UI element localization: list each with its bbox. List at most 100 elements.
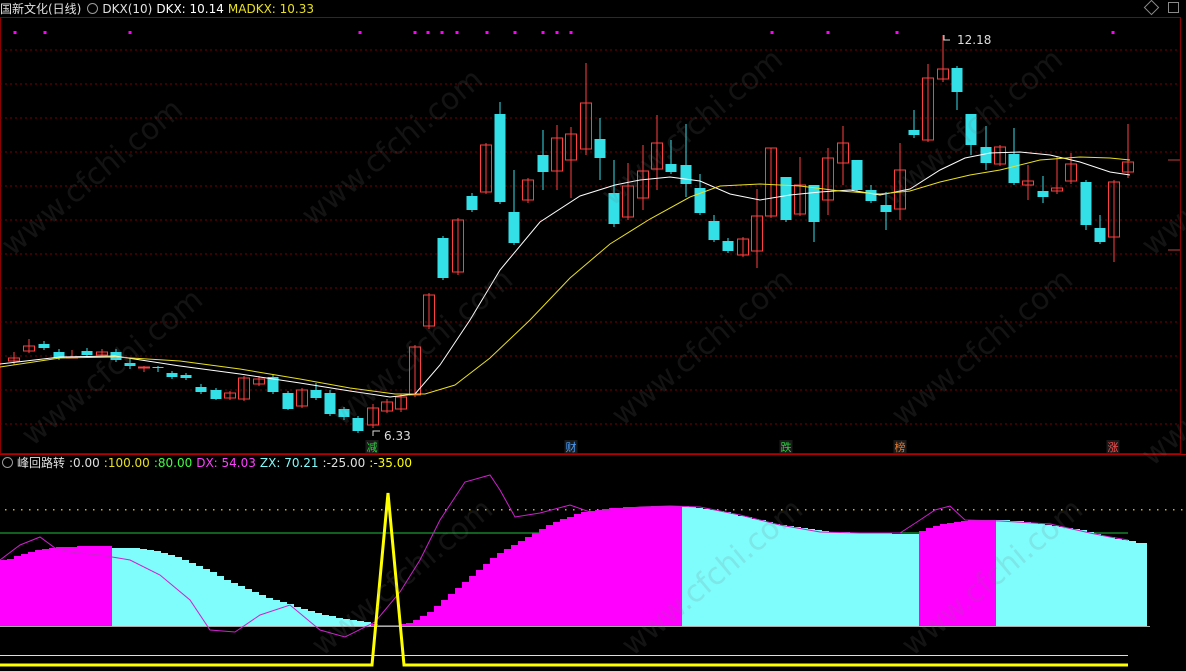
cyan-bar xyxy=(329,616,336,626)
level-100-dot xyxy=(989,509,991,511)
candle-down xyxy=(508,212,520,243)
level-100-dot xyxy=(981,509,983,511)
magenta-bar xyxy=(84,546,91,626)
magenta-bar xyxy=(975,520,982,626)
cyan-bar xyxy=(154,551,161,626)
magenta-bar xyxy=(644,507,651,626)
cyan-bar xyxy=(724,512,731,626)
cyan-bar xyxy=(315,613,322,626)
candle-down xyxy=(38,344,50,348)
level-100-dot xyxy=(325,509,327,511)
level-100-dot xyxy=(1005,509,1007,511)
level-100-dot xyxy=(21,509,23,511)
level-100-dot xyxy=(269,509,271,511)
value-zx: ZX: 70.21 xyxy=(259,456,319,470)
magenta-bar xyxy=(497,553,504,626)
magenta-bar xyxy=(490,558,497,626)
magenta-bar xyxy=(525,537,532,626)
level-100-dot xyxy=(557,509,559,511)
signal-dot xyxy=(826,31,830,34)
cyan-bar xyxy=(1031,523,1038,626)
cyan-bar xyxy=(224,580,231,626)
signal-dot xyxy=(770,31,774,34)
cyan-bar xyxy=(1115,539,1122,626)
cyan-bar xyxy=(280,602,287,626)
cyan-bar xyxy=(1136,543,1147,626)
level-100-dot xyxy=(925,509,927,511)
level-100-dot xyxy=(1157,509,1159,511)
candle-down xyxy=(1080,182,1092,225)
cyan-bar xyxy=(843,532,850,626)
chart-canvas[interactable]: 12.18 6.33 减 财 跌 榜 涨 xyxy=(0,0,1186,671)
level-100-dot xyxy=(877,509,879,511)
level-100-dot xyxy=(1173,509,1175,511)
settings-circle-icon[interactable] xyxy=(2,457,13,468)
candle-down xyxy=(1008,154,1020,183)
level-100-dot xyxy=(997,509,999,511)
level-100-dot xyxy=(397,509,399,511)
magenta-bar xyxy=(476,570,483,626)
candle-down xyxy=(880,205,892,212)
cyan-bar xyxy=(350,620,357,626)
level-100-dot xyxy=(957,509,959,511)
candle-down xyxy=(665,164,677,172)
level-100-dot xyxy=(573,509,575,511)
magenta-bar xyxy=(511,545,518,626)
square-control-icon[interactable] xyxy=(1168,2,1179,13)
level-100-dot xyxy=(589,509,591,511)
cyan-bar xyxy=(336,618,343,626)
indicator-header: 峰回路转:0.00:100.00:80.00 DX: 54.03 ZX: 70.21… xyxy=(0,454,416,472)
level-100-dot xyxy=(469,509,471,511)
cyan-bar xyxy=(996,520,1003,626)
candle-down xyxy=(195,387,207,392)
magenta-bar xyxy=(926,528,933,626)
level-100-dot xyxy=(765,509,767,511)
cyan-bar xyxy=(857,533,864,626)
signal-dot xyxy=(13,31,17,34)
magenta-bar xyxy=(616,508,623,626)
level-100-dot xyxy=(893,509,895,511)
magenta-bar xyxy=(14,556,21,626)
main-chart-header: 国新文化(日线) DKX(10) DKX: 10.14 MADKX: 10.33 xyxy=(0,0,318,18)
signal-dot xyxy=(895,31,899,34)
cyan-bar xyxy=(210,572,217,626)
signal-dot xyxy=(569,31,573,34)
magenta-bar xyxy=(413,620,420,626)
cyan-bar xyxy=(703,509,710,626)
level-100-dot xyxy=(821,509,823,511)
level-100-dot xyxy=(749,509,751,511)
value-neg35: :-35.00 xyxy=(369,456,413,470)
candle-down xyxy=(437,238,449,278)
magenta-bar xyxy=(105,546,112,626)
level-100-dot xyxy=(189,509,191,511)
magenta-bar xyxy=(35,550,42,626)
madkx-line xyxy=(0,156,1131,395)
cyan-bar xyxy=(850,533,857,626)
magenta-bar xyxy=(532,533,539,626)
value-zero: :0.00 xyxy=(69,456,100,470)
magenta-bar xyxy=(553,522,560,626)
level-100-dot xyxy=(781,509,783,511)
magenta-bar xyxy=(581,512,588,626)
cyan-bar xyxy=(864,533,871,626)
cyan-bar xyxy=(1101,536,1108,626)
level-100-dot xyxy=(29,509,31,511)
candle-down xyxy=(81,351,93,355)
level-100-dot xyxy=(1029,509,1031,511)
cyan-bar xyxy=(238,586,245,626)
candle-down xyxy=(780,177,792,220)
cyan-bar xyxy=(1073,529,1080,626)
cyan-bar xyxy=(871,533,878,626)
settings-circle-icon[interactable] xyxy=(87,3,99,14)
magenta-bar xyxy=(630,507,637,626)
magenta-bar xyxy=(567,517,574,626)
level-100-dot xyxy=(421,509,423,511)
event-marker-label: 减 xyxy=(367,441,378,454)
magenta-bar xyxy=(595,510,602,626)
magenta-bar xyxy=(940,524,947,626)
level-100-dot xyxy=(413,509,415,511)
main-panel-border xyxy=(0,17,1181,454)
magenta-bar xyxy=(982,520,989,626)
magenta-bar xyxy=(933,526,940,626)
level-100-dot xyxy=(1109,509,1111,511)
